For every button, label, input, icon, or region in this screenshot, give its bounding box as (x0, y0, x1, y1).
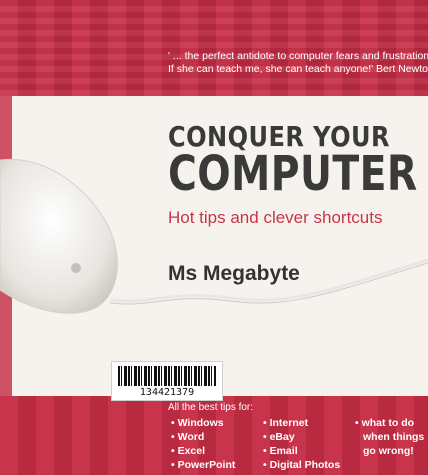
tip-item: • what to do (355, 417, 415, 429)
barcode-number: 134421379 (139, 387, 195, 398)
tip-item: go wrong! (363, 445, 414, 457)
tip-item: when things (363, 431, 425, 443)
tip-item: • Digital Photos (263, 459, 341, 471)
tips-column-1: • Windows • Word • Excel • PowerPoint (171, 416, 235, 472)
title-line-2: COMPUTER (168, 146, 418, 202)
tip-item: • Word (171, 431, 205, 443)
tips-column-3: • what to do when things go wrong! (355, 416, 424, 458)
tip-item: • Excel (171, 445, 206, 457)
tip-item: • Internet (263, 417, 309, 429)
subtitle: Hot tips and clever shortcuts (168, 208, 383, 227)
tip-item: • eBay (263, 431, 295, 443)
tip-item: • Windows (171, 417, 224, 429)
tips-heading: All the best tips for: (168, 402, 254, 413)
mouse-scroll-button (71, 263, 81, 273)
endorsement-quote: ' ... the perfect antidote to computer f… (168, 50, 428, 76)
mouse-body (0, 158, 118, 314)
book-cover: ' ... the perfect antidote to computer f… (0, 0, 428, 475)
author-name: Ms Megabyte (168, 262, 300, 285)
library-barcode-label: 134421379 (111, 361, 223, 401)
tip-item: • PowerPoint (171, 459, 236, 471)
quote-line-2: If she can teach me, she can teach anyon… (168, 63, 428, 75)
tips-column-2: • Internet • eBay • Email • Digital Phot… (263, 416, 340, 472)
top-red-band (0, 0, 428, 96)
barcode-bars (118, 366, 216, 386)
tip-item: • Email (263, 445, 298, 457)
quote-line-1: ' ... the perfect antidote to computer f… (168, 50, 428, 62)
